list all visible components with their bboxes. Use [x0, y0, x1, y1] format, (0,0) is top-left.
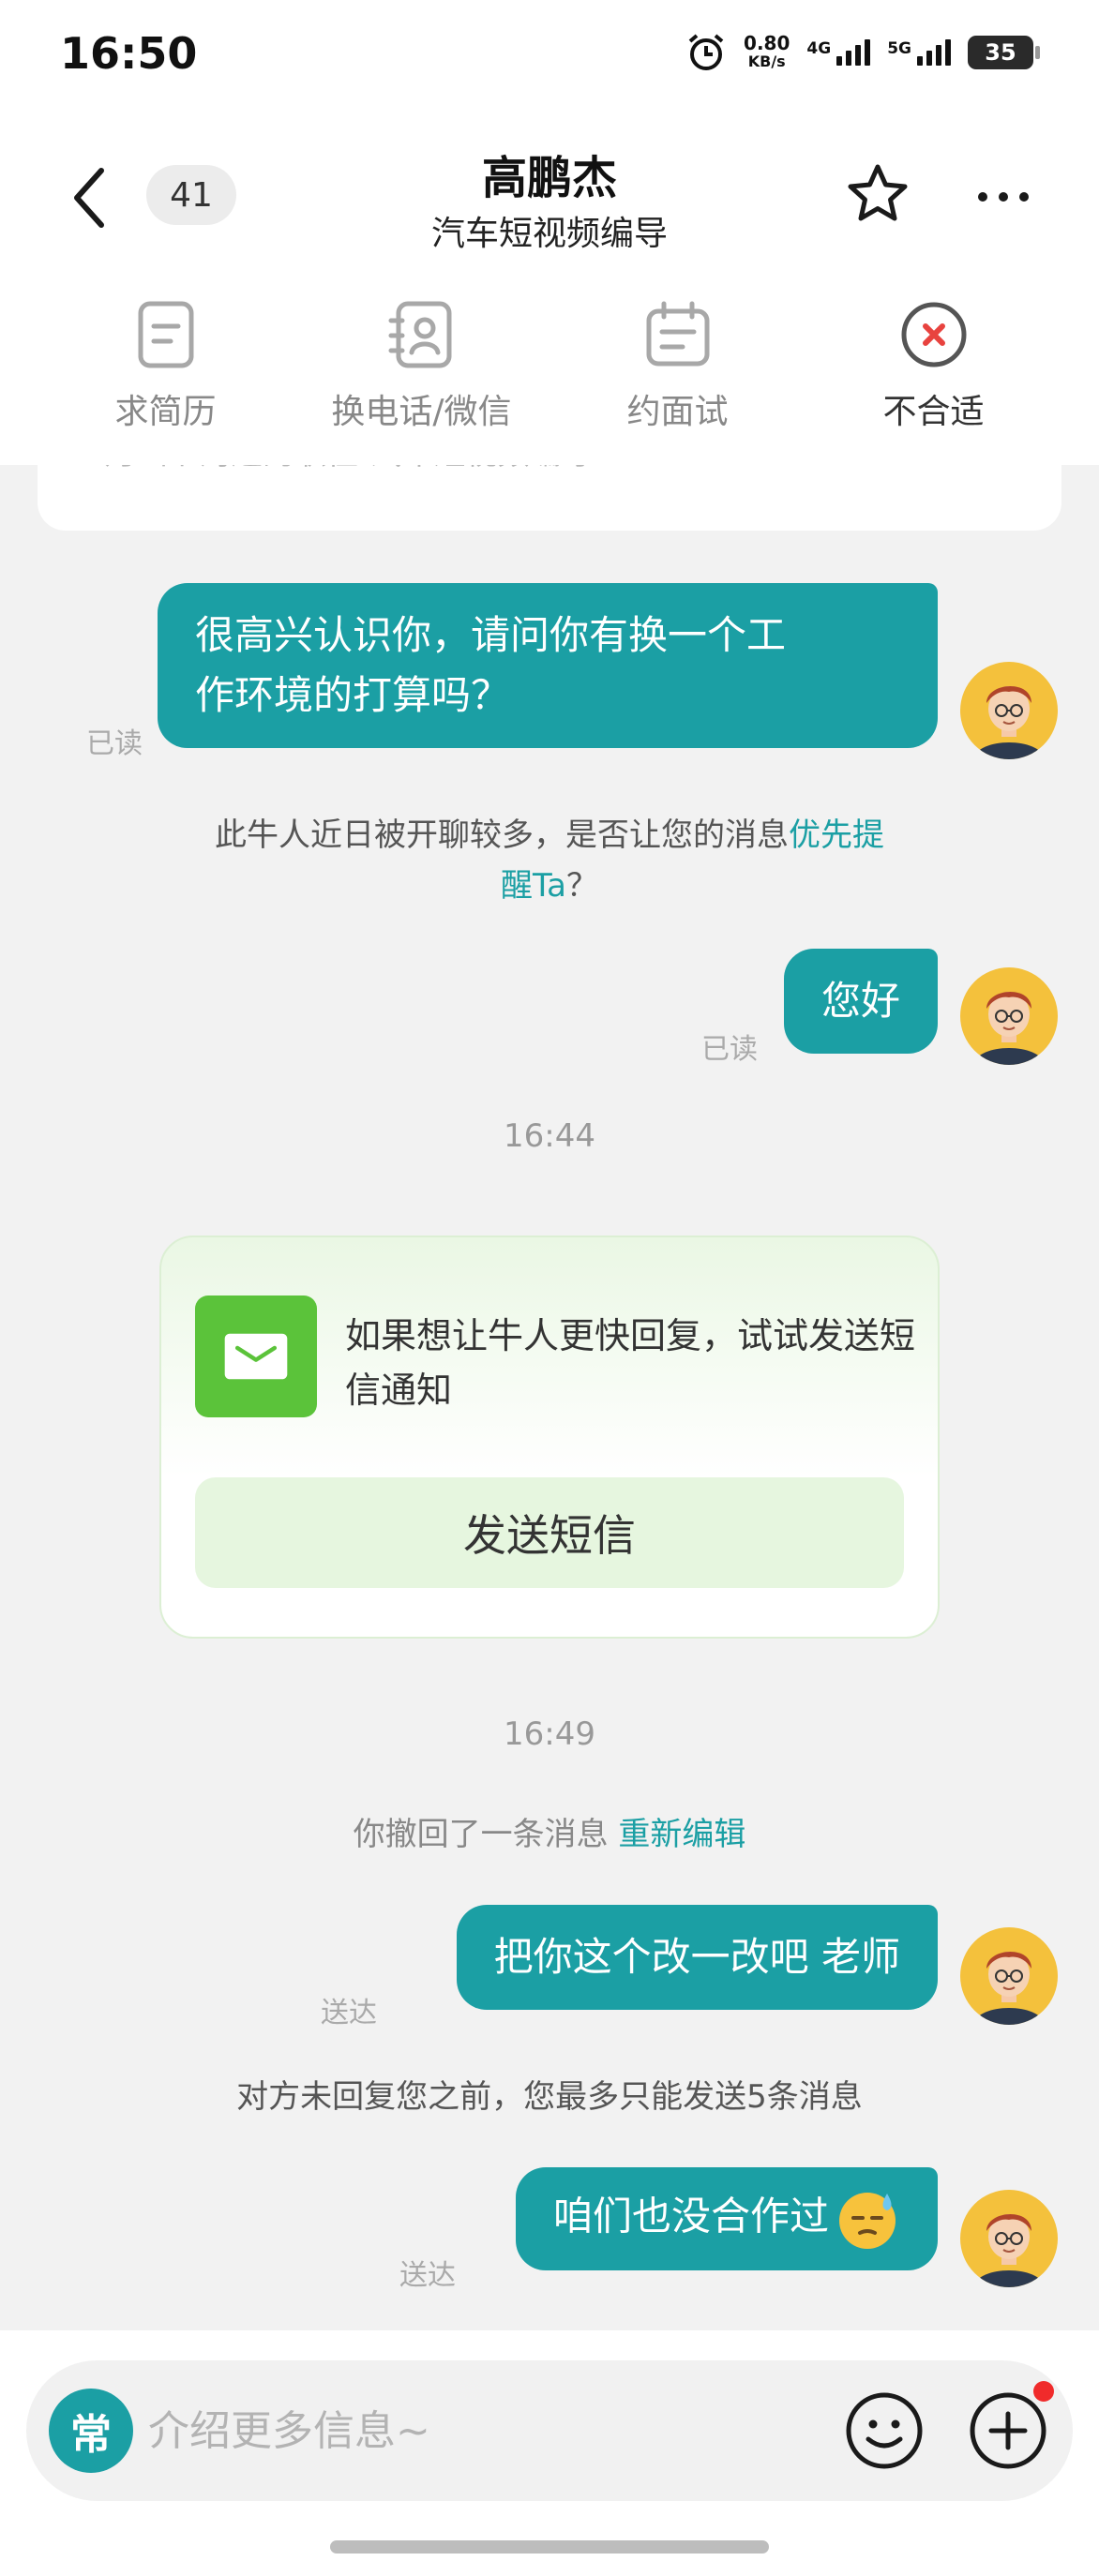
message-bubble[interactable]: 把你这个改一改吧 老师 — [456, 1905, 938, 2010]
contact-name: 高鹏杰 — [481, 152, 617, 204]
network-speed: 0.80 KB/s — [744, 34, 790, 71]
battery-icon: 35 — [968, 36, 1040, 69]
speed-unit: KB/s — [747, 52, 786, 70]
network-label-4g: 4G — [806, 39, 832, 58]
exchange-contact-button[interactable]: 换电话/微信 — [300, 281, 544, 465]
priority-remind-link[interactable]: 优先提 — [789, 816, 884, 854]
schedule-interview-button[interactable]: 约面试 — [556, 281, 800, 465]
message-input[interactable] — [148, 2398, 805, 2464]
chat-messages-area[interactable]: 9月2日 沟通的职位-汽车短视频编导 很高兴认识你，请问你有换一个工 作环境的打… — [0, 465, 1099, 2330]
avatar[interactable] — [960, 967, 1058, 1065]
message-text-line: 作环境的打算吗？ — [195, 672, 511, 718]
position-info-card[interactable]: 9月2日 沟通的职位-汽车短视频编导 — [38, 465, 1061, 531]
sms-card-text: 如果想让牛人更快回复，试试发送短信通知 — [345, 1315, 916, 1411]
resume-icon — [138, 301, 193, 368]
calendar-icon — [646, 301, 709, 367]
notice-suffix: ？ — [565, 867, 598, 905]
delivered-status: 送达 — [399, 2259, 456, 2292]
not-suitable-button[interactable]: 不合适 — [812, 281, 1056, 465]
status-indicators: 0.80 KB/s 4G 5G 35 — [685, 32, 1040, 73]
delivered-status: 送达 — [321, 1997, 377, 2029]
message-bubble[interactable]: 咱们也没合作过 — [515, 2167, 938, 2270]
message-bubble[interactable]: 您好 — [783, 949, 938, 1054]
message-input-bar: 常 — [0, 2330, 1099, 2576]
chat-header: 41 高鹏杰 汽车短视频编导 — [0, 112, 1099, 281]
plus-icon[interactable] — [966, 2389, 1050, 2473]
schedule-interview-label: 约面试 — [626, 393, 729, 431]
position-info-text: 9月2日 沟通的职位-汽车短视频编导 — [84, 465, 593, 473]
timestamp: 16:49 — [504, 1715, 595, 1753]
avatar[interactable] — [960, 2190, 1058, 2287]
read-status: 已读 — [86, 727, 143, 760]
message-text: 把你这个改一改吧 老师 — [493, 1934, 900, 1980]
not-suitable-label: 不合适 — [882, 393, 985, 431]
star-icon[interactable] — [844, 161, 911, 229]
message-text: 您好 — [820, 978, 900, 1024]
avatar[interactable] — [960, 1927, 1058, 2025]
action-toolbar: 求简历 换电话/微信 约面试 不合适 — [0, 281, 1099, 465]
reject-icon — [901, 302, 966, 367]
alarm-icon — [688, 34, 724, 70]
message-text-line: 很高兴认识你，请问你有换一个工 — [195, 612, 787, 658]
common-phrases-button[interactable]: 常 — [49, 2389, 133, 2473]
priority-remind-link-cont[interactable]: 醒Ta — [501, 867, 566, 905]
avatar[interactable] — [960, 662, 1058, 759]
more-options-icon[interactable] — [975, 187, 1031, 206]
recall-notice-text: 你撤回了一条消息 — [353, 1816, 609, 1853]
input-container: 常 — [26, 2360, 1073, 2501]
sms-icon — [195, 1295, 317, 1417]
notice-text: 此牛人近日被开聊较多，是否让您的消息 — [215, 816, 789, 854]
re-edit-link[interactable]: 重新编辑 — [618, 1816, 745, 1853]
status-bar: 16:50 0.80 KB/s 4G 5G 35 — [0, 0, 1099, 112]
signal-5g-icon: 5G — [887, 39, 951, 66]
emoji-icon[interactable] — [842, 2389, 926, 2473]
request-resume-label: 求简历 — [114, 393, 217, 431]
network-label-5g: 5G — [887, 39, 911, 58]
contact-card-icon — [388, 301, 451, 368]
recall-notice: 你撤回了一条消息 重新编辑 — [0, 1809, 1099, 1860]
timestamp: 16:44 — [504, 1117, 595, 1155]
sms-suggestion-card: 如果想让牛人更快回复，试试发送短信通知 发送短信 — [159, 1236, 940, 1639]
status-time: 16:50 — [60, 28, 198, 79]
limit-notice: 对方未回复您之前，您最多只能发送5条消息 — [236, 2078, 863, 2116]
contact-position: 汽车短视频编导 — [430, 215, 668, 253]
home-indicator[interactable] — [330, 2540, 769, 2554]
signal-4g-icon: 4G — [806, 39, 871, 66]
message-bubble[interactable]: 很高兴认识你，请问你有换一个工 作环境的打算吗？ — [158, 583, 938, 748]
sweat-emoji-icon — [839, 2193, 896, 2249]
read-status: 已读 — [701, 1033, 758, 1066]
notification-dot — [1033, 2381, 1054, 2402]
message-text: 咱们也没合作过 — [552, 2193, 829, 2239]
request-resume-button[interactable]: 求简历 — [44, 281, 288, 465]
speed-value: 0.80 — [744, 32, 790, 54]
send-sms-button[interactable]: 发送短信 — [195, 1477, 904, 1588]
exchange-contact-label: 换电话/微信 — [331, 393, 512, 431]
system-notice: 此牛人近日被开聊较多，是否让您的消息优先提 醒Ta？ — [0, 810, 1099, 911]
